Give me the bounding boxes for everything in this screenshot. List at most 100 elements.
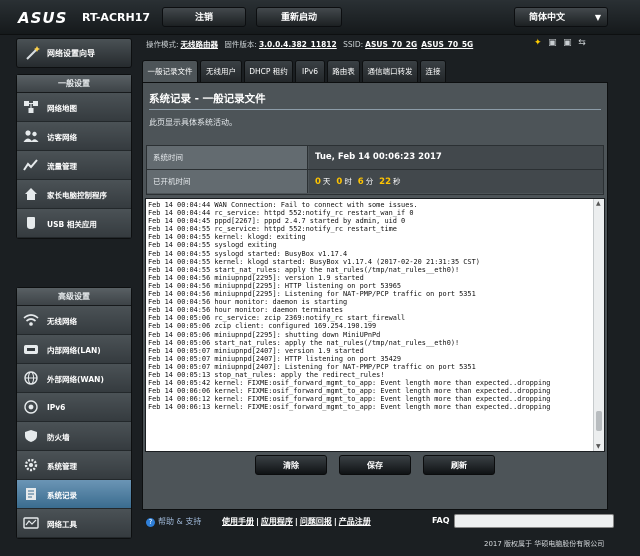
uptime-label: 已开机时间 <box>147 170 308 193</box>
reboot-button[interactable]: 重新启动 <box>256 7 342 27</box>
help-support-link[interactable]: ? 帮助 & 支持 <box>146 516 201 527</box>
link-separator: | <box>256 517 259 526</box>
tab-ipv6[interactable]: IPv6 <box>295 60 325 82</box>
scroll-up-icon[interactable]: ▲ <box>596 200 601 207</box>
feedback-link[interactable]: 问题回报 <box>300 517 332 526</box>
top-bar: ASUS RT-ACRH17 注销 重新启动 简体中文 ▼ <box>0 0 640 35</box>
status-icons: ✦ ▣ ▣ ⇆ <box>534 38 590 48</box>
sidebar-item-label: USB 相关应用 <box>47 220 97 229</box>
network-tools-icon <box>23 517 39 529</box>
sidebar-item-wan[interactable]: 外部网络(WAN) <box>17 364 131 393</box>
system-log-textarea[interactable]: Feb 14 00:04:44 WAN Connection: Fail to … <box>145 198 605 452</box>
sidebar-item-usb-app[interactable]: USB 相关应用 <box>17 209 131 238</box>
link-separator: | <box>294 517 298 526</box>
tab-general-log[interactable]: 一般记录文件 <box>142 60 198 82</box>
sidebar-item-system-log[interactable]: 系统记录 <box>17 480 131 509</box>
language-value: 简体中文 <box>529 13 566 23</box>
magic-wand-icon <box>26 46 40 60</box>
title-divider <box>149 109 601 110</box>
refresh-button[interactable]: 刷新 <box>423 455 495 475</box>
general-log-panel: 系统记录 - 一般记录文件 此页显示具体系统活动。 系统时间 Tue, Feb … <box>142 82 608 510</box>
tab-port-forwarding[interactable]: 通信端口转发 <box>362 60 418 82</box>
sidebar-item-label: 访客网络 <box>47 133 77 142</box>
uptime-days: 0 <box>315 177 321 187</box>
log-scrollbar[interactable]: ▲ ▼ <box>593 199 604 451</box>
link-separator: | <box>333 517 337 526</box>
help-label: 帮助 & 支持 <box>158 517 202 526</box>
ssid-2g-link[interactable]: ASUS_70_2G <box>365 40 417 49</box>
system-time-label: 系统时间 <box>147 146 308 169</box>
footer: ? 帮助 & 支持 使用手册 | 应用程序 | 问题回报 | 产品注册 FAQ <box>142 513 620 531</box>
save-button[interactable]: 保存 <box>339 455 411 475</box>
page-description: 此页显示具体系统活动。 <box>149 118 237 127</box>
logout-button[interactable]: 注销 <box>162 7 246 27</box>
usb-app-icon <box>27 217 35 229</box>
network-map-icon <box>24 101 38 113</box>
sidebar-item-traffic-manager[interactable]: 流量管理 <box>17 151 131 180</box>
tab-routing-table[interactable]: 路由表 <box>327 60 360 82</box>
scroll-down-icon[interactable]: ▼ <box>596 443 601 450</box>
traffic-manager-icon <box>23 159 38 171</box>
client-status-icon[interactable]: ▣ <box>548 38 557 48</box>
uptime-seconds-unit: 秒 <box>393 177 401 186</box>
sidebar-item-administration[interactable]: 系统管理 <box>17 451 131 480</box>
sidebar-item-wireless[interactable]: 无线网络 <box>17 306 131 335</box>
sidebar-item-label: 网络工具 <box>47 520 77 529</box>
tab-connections[interactable]: 连接 <box>420 60 446 82</box>
scrollbar-thumb[interactable] <box>596 411 602 431</box>
firmware-link[interactable]: 3.0.0.4.382_11812 <box>259 40 337 49</box>
general-settings-group: 一般设置 网络地图 访客网络 流量管理 家长电脑控制程序 USB 相关应用 <box>16 74 132 239</box>
sidebar-item-ipv6[interactable]: IPv6 <box>17 393 131 422</box>
sidebar-item-parental-control[interactable]: 家长电脑控制程序 <box>17 180 131 209</box>
operation-mode-link[interactable]: 无线路由器 <box>181 40 219 49</box>
uptime-days-unit: 天 <box>322 177 331 186</box>
log-content: Feb 14 00:04:44 WAN Connection: Fail to … <box>148 201 551 412</box>
wireless-icon <box>23 314 39 326</box>
uptime-row: 已开机时间 0天 0时 6分 22 秒 <box>147 170 603 194</box>
utility-link[interactable]: 应用程序 <box>261 517 293 526</box>
sidebar-item-label: 流量管理 <box>47 162 77 171</box>
system-time-row: 系统时间 Tue, Feb 14 00:06:23 2017 <box>147 146 603 170</box>
faq-label: FAQ <box>432 516 450 525</box>
sidebar-item-label: 外部网络(WAN) <box>47 375 104 384</box>
quick-setup-button[interactable]: 网络设置向导 <box>16 38 132 68</box>
manual-link[interactable]: 使用手册 <box>222 517 254 526</box>
clear-button[interactable]: 清除 <box>255 455 327 475</box>
parental-control-icon <box>25 188 37 200</box>
faq-search-input[interactable] <box>454 514 614 528</box>
uptime-hours-unit: 时 <box>344 177 352 186</box>
sidebar-item-network-tools[interactable]: 网络工具 <box>17 509 131 538</box>
footer-links: 使用手册 | 应用程序 | 问题回报 | 产品注册 <box>222 516 371 527</box>
system-time-value: Tue, Feb 14 00:06:23 2017 <box>309 146 603 169</box>
internet-status-icon[interactable]: ▣ <box>563 38 572 48</box>
uptime-hours: 0 <box>336 177 343 187</box>
sidebar-item-label: 系统记录 <box>47 491 77 500</box>
quick-setup-label: 网络设置向导 <box>47 49 95 58</box>
brand-logo: ASUS <box>18 9 68 27</box>
sidebar-item-label: 无线网络 <box>47 317 77 326</box>
language-select[interactable]: 简体中文 ▼ <box>514 7 608 27</box>
chevron-down-icon: ▼ <box>594 13 601 22</box>
advanced-settings-group: 高级设置 无线网络 内部网络(LAN) 外部网络(WAN) IPv6 防火墙 系… <box>16 287 132 539</box>
sidebar-item-firewall[interactable]: 防火墙 <box>17 422 131 451</box>
system-info-table: 系统时间 Tue, Feb 14 00:06:23 2017 已开机时间 0天 … <box>146 145 604 195</box>
sidebar-item-lan[interactable]: 内部网络(LAN) <box>17 335 131 364</box>
sidebar-item-network-map[interactable]: 网络地图 <box>17 93 131 122</box>
ssid-label: SSID: <box>343 40 364 49</box>
sidebar-item-label: 防火墙 <box>47 433 70 442</box>
register-link[interactable]: 产品注册 <box>339 517 371 526</box>
sidebar-item-label: 内部网络(LAN) <box>47 346 101 355</box>
copyright-text: 2017 版权属于 华硕电脑股份有限公司 <box>484 540 605 548</box>
uptime-seconds: 22 <box>379 177 392 187</box>
sidebar-item-label: 家长电脑控制程序 <box>47 191 107 200</box>
sidebar-item-guest-network[interactable]: 访客网络 <box>17 122 131 151</box>
ssid-5g-link[interactable]: ASUS_70_5G <box>421 40 473 49</box>
page-title: 系统记录 - 一般记录文件 <box>149 93 266 105</box>
tab-dhcp-leases[interactable]: DHCP 租约 <box>244 60 293 82</box>
model-name: RT-ACRH17 <box>82 11 150 24</box>
router-admin-page: ASUS RT-ACRH17 注销 重新启动 简体中文 ▼ 网络设置向导 一般设… <box>0 0 640 556</box>
help-icon: ? <box>146 518 155 527</box>
usb-status-icon[interactable]: ⇆ <box>578 38 586 48</box>
notification-bulb-icon[interactable]: ✦ <box>534 38 542 48</box>
tab-wireless-log[interactable]: 无线用户 <box>200 60 242 82</box>
